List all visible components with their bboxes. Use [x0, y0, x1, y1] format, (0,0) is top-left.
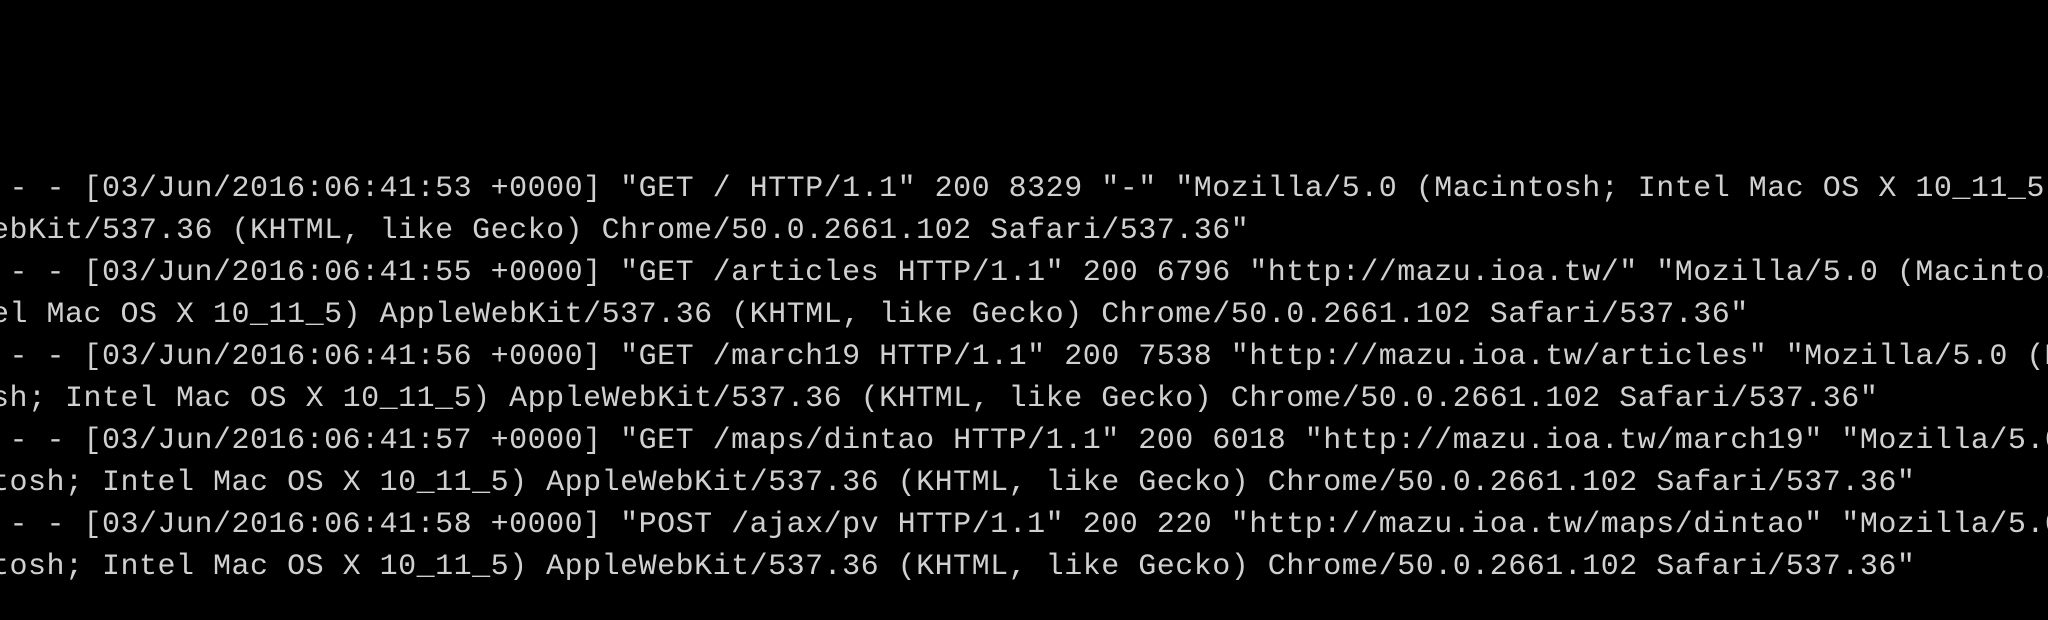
log-line: 146.90 - - [03/Jun/2016:06:41:57 +0000] …: [0, 420, 2048, 504]
log-line: 146.90 - - [03/Jun/2016:06:41:53 +0000] …: [0, 168, 2048, 252]
log-line: 146.90 - - [03/Jun/2016:06:41:58 +0000] …: [0, 504, 2048, 588]
terminal-output[interactable]: 146.90 - - [03/Jun/2016:06:41:53 +0000] …: [0, 168, 2048, 588]
log-line: 146.90 - - [03/Jun/2016:06:41:55 +0000] …: [0, 252, 2048, 336]
log-line: 146.90 - - [03/Jun/2016:06:41:56 +0000] …: [0, 336, 2048, 420]
